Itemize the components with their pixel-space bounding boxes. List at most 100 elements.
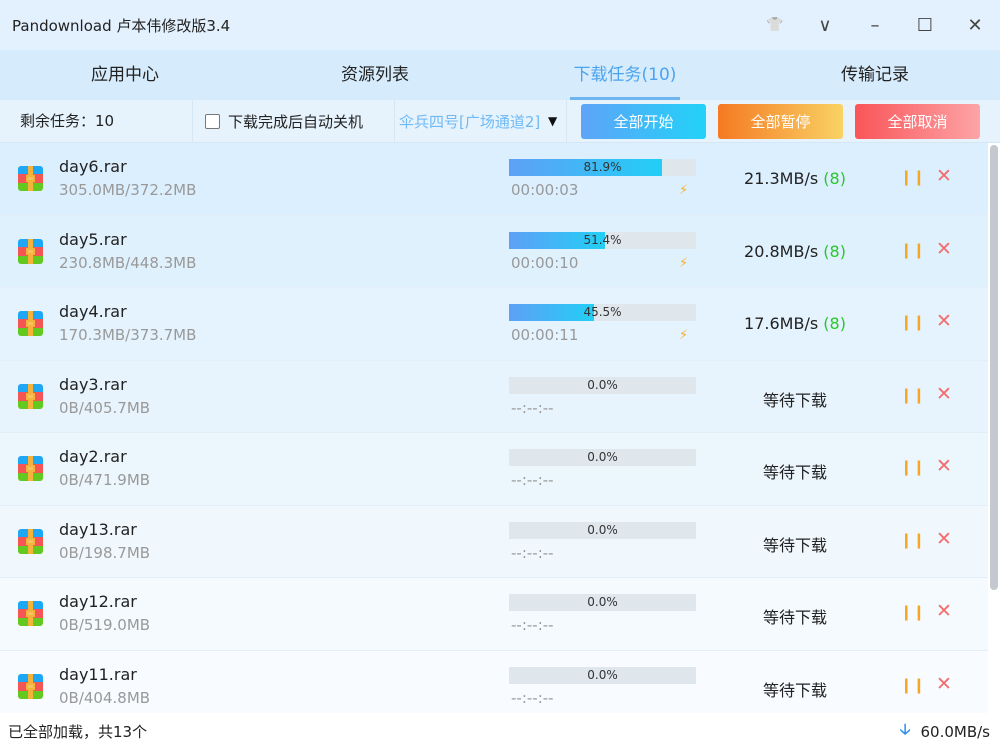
download-speed: 17.6MB/s (8)	[720, 314, 870, 333]
minimize-button[interactable]: –	[850, 15, 900, 36]
delete-icon[interactable]: ✕	[936, 673, 952, 695]
task-row[interactable]: day6.rar 305.0MB/372.2MB 81.9% 00:00:03 …	[0, 143, 988, 216]
pause-icon[interactable]: ❙❙	[900, 241, 925, 259]
toolbar: 剩余任务：10 下载完成后自动关机 伞兵四号[广场通道2] ▼ 全部开始 全部暂停…	[0, 99, 1000, 143]
tab-download-tasks[interactable]: 下载任务(10)	[500, 50, 750, 100]
lightning-icon: ⚡	[679, 183, 689, 198]
channel-select[interactable]: 伞兵四号[广场通道2] ▼	[395, 99, 567, 143]
app-title: Pandownload 卢本伟修改版3.4	[12, 16, 231, 35]
maximize-button[interactable]: ☐	[900, 15, 950, 36]
progress-bar: 45.5%	[509, 304, 696, 321]
file-name: day2.rar	[59, 447, 127, 466]
rar-file-icon	[18, 311, 43, 336]
delete-icon[interactable]: ✕	[936, 600, 952, 622]
task-row[interactable]: day4.rar 170.3MB/373.7MB 45.5% 00:00:11 …	[0, 288, 988, 361]
speed-value: 等待下载	[762, 390, 827, 410]
download-speed: 21.3MB/s (8)	[720, 169, 870, 188]
task-row[interactable]: day5.rar 230.8MB/448.3MB 51.4% 00:00:10 …	[0, 215, 988, 288]
time-remaining: 00:00:11	[511, 326, 579, 344]
checkbox-icon[interactable]	[205, 113, 220, 129]
file-size: 0B/519.0MB	[59, 616, 151, 634]
pause-icon[interactable]: ❙❙	[900, 168, 925, 186]
delete-icon[interactable]: ✕	[936, 310, 952, 332]
task-row[interactable]: day2.rar 0B/471.9MB 0.0% --:--:-- 等待下载 ❙…	[0, 433, 988, 506]
cancel-all-button[interactable]: 全部取消	[855, 103, 980, 139]
task-row[interactable]: day13.rar 0B/198.7MB 0.0% --:--:-- 等待下载 …	[0, 505, 988, 578]
lightning-icon: ⚡	[679, 255, 689, 271]
pause-icon[interactable]: ❙❙	[900, 603, 925, 621]
auto-shutdown-checkbox[interactable]: 下载完成后自动关机	[193, 99, 395, 143]
task-row[interactable]: day12.rar 0B/519.0MB 0.0% --:--:-- 等待下载 …	[0, 578, 988, 651]
start-all-button[interactable]: 全部开始	[581, 103, 706, 139]
progress-bar: 0.0%	[509, 521, 696, 539]
connection-count: (8)	[823, 314, 846, 333]
progress-bar: 0.0%	[509, 594, 696, 611]
tab-app-center[interactable]: 应用中心	[0, 50, 250, 100]
skin-icon[interactable]: 👕	[750, 17, 800, 33]
caret-down-icon: ▼	[548, 114, 558, 128]
progress-percent: 0.0%	[587, 522, 618, 537]
scrollbar[interactable]	[990, 143, 999, 713]
time-remaining: 00:00:03	[511, 181, 579, 199]
time-remaining: --:--:--	[511, 543, 554, 562]
progress-percent: 0.0%	[587, 450, 618, 464]
rar-file-icon	[18, 238, 43, 264]
download-speed: 等待下载	[720, 677, 870, 701]
progress-bar: 51.4%	[509, 231, 696, 249]
remaining-tasks: 剩余任务：10	[0, 99, 193, 143]
delete-icon[interactable]: ✕	[936, 528, 952, 550]
pause-icon[interactable]: ❙❙	[900, 386, 925, 404]
connection-count: (8)	[823, 241, 846, 261]
rar-file-icon	[18, 673, 43, 699]
scrollbar-thumb[interactable]	[990, 145, 998, 590]
pause-all-button[interactable]: 全部暂停	[718, 103, 843, 139]
task-row[interactable]: day3.rar 0B/405.7MB 0.0% --:--:-- 等待下载 ❙…	[0, 360, 988, 433]
file-size: 0B/404.8MB	[59, 688, 151, 707]
download-speed: 20.8MB/s (8)	[720, 242, 870, 261]
file-name: day4.rar	[59, 302, 127, 321]
file-name: day13.rar	[59, 519, 137, 539]
download-speed: 等待下载	[720, 387, 870, 411]
speed-value: 等待下载	[762, 608, 827, 627]
time-remaining: --:--:--	[511, 471, 554, 489]
rar-file-icon	[18, 601, 43, 626]
rar-file-icon	[18, 456, 43, 481]
load-status: 已全部加载，共13个	[8, 723, 148, 741]
close-button[interactable]: ✕	[950, 15, 1000, 36]
time-remaining: 00:00:10	[511, 253, 579, 272]
time-remaining: --:--:--	[511, 616, 554, 634]
delete-icon[interactable]: ✕	[936, 165, 952, 187]
status-bar: 已全部加载，共13个 🡣 60.0MB/s	[0, 713, 1000, 750]
pause-icon[interactable]: ❙❙	[900, 676, 925, 694]
time-remaining: --:--:--	[511, 398, 554, 417]
speed-value: 等待下载	[762, 463, 827, 482]
task-row[interactable]: day11.rar 0B/404.8MB 0.0% --:--:-- 等待下载 …	[0, 650, 988, 713]
tab-transfer-history[interactable]: 传输记录	[750, 50, 1000, 100]
total-speed: 60.0MB/s	[920, 722, 991, 741]
speed-value: 21.3MB/s	[744, 169, 819, 188]
file-size: 305.0MB/372.2MB	[59, 181, 197, 199]
delete-icon[interactable]: ✕	[936, 238, 952, 260]
progress-bar: 81.9%	[509, 159, 696, 176]
progress-percent: 0.0%	[587, 377, 618, 392]
progress-percent: 51.4%	[583, 232, 622, 247]
speed-value: 等待下载	[762, 680, 827, 700]
download-speed: 等待下载	[720, 532, 870, 556]
delete-icon[interactable]: ✕	[936, 383, 952, 405]
speed-value: 等待下载	[762, 535, 827, 555]
file-size: 0B/471.9MB	[59, 471, 151, 489]
file-name: day3.rar	[59, 374, 127, 394]
file-name: day12.rar	[59, 592, 137, 611]
pause-icon[interactable]: ❙❙	[900, 458, 925, 476]
channel-value: 伞兵四号[广场通道2]	[399, 112, 541, 131]
file-name: day5.rar	[59, 229, 127, 249]
progress-bar: 0.0%	[509, 449, 696, 466]
delete-icon[interactable]: ✕	[936, 455, 952, 477]
title-bar: Pandownload 卢本伟修改版3.4 👕 ∨ – ☐ ✕	[0, 0, 1000, 50]
main-tabs: 应用中心 资源列表 下载任务(10) 传输记录	[0, 50, 1000, 100]
tab-resource-list[interactable]: 资源列表	[250, 50, 500, 100]
pause-icon[interactable]: ❙❙	[900, 313, 925, 331]
chevron-down-icon[interactable]: ∨	[800, 15, 850, 36]
auto-shutdown-label: 下载完成后自动关机	[228, 112, 364, 131]
pause-icon[interactable]: ❙❙	[900, 531, 925, 549]
